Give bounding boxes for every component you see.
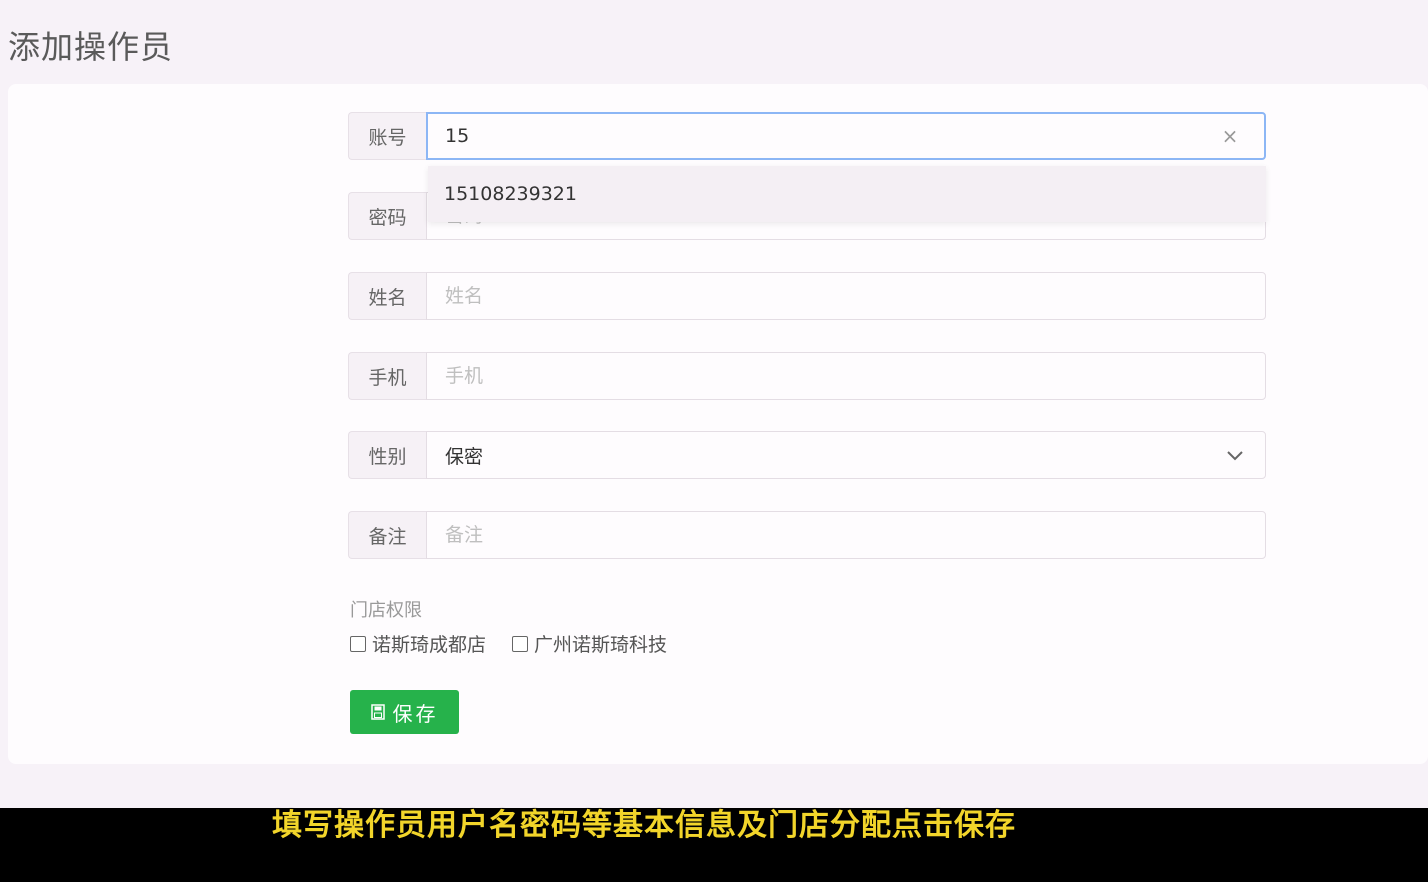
name-row: 姓名: [348, 272, 1266, 320]
store-permissions-list: 诺斯琦成都店 广州诺斯琦科技: [350, 630, 667, 657]
remark-row: 备注: [348, 511, 1266, 559]
close-icon[interactable]: ×: [1220, 126, 1240, 146]
subtitle-caption: 填写操作员用户名密码等基本信息及门店分配点击保存: [272, 808, 1016, 843]
phone-field[interactable]: [426, 352, 1266, 400]
remark-label: 备注: [348, 511, 426, 559]
phone-row: 手机: [348, 352, 1266, 400]
store-name: 广州诺斯琦科技: [534, 634, 668, 656]
account-input[interactable]: [445, 114, 1205, 158]
account-field[interactable]: ×: [426, 112, 1266, 160]
store-permissions-label: 门店权限: [350, 600, 422, 621]
name-label: 姓名: [348, 272, 426, 320]
store-name: 诺斯琦成都店: [372, 634, 487, 656]
gender-row: 性别 保密: [348, 431, 1266, 479]
checkbox[interactable]: [512, 635, 529, 652]
save-label: 保存: [392, 701, 439, 726]
autocomplete-option[interactable]: 15108239321: [428, 166, 1266, 222]
page-title: 添加操作员: [8, 28, 174, 66]
account-label: 账号: [348, 112, 426, 160]
gender-label: 性别: [348, 431, 426, 479]
gender-select[interactable]: 保密: [426, 431, 1266, 479]
phone-label: 手机: [348, 352, 426, 400]
password-label: 密码: [348, 192, 426, 240]
name-input[interactable]: [445, 274, 1205, 318]
remark-field[interactable]: [426, 511, 1266, 559]
save-button[interactable]: 保存: [350, 690, 459, 734]
store-checkbox-chengdu[interactable]: 诺斯琦成都店: [350, 630, 486, 657]
account-row: 账号 ×: [348, 112, 1266, 160]
store-checkbox-guangzhou[interactable]: 广州诺斯琦科技: [512, 630, 667, 657]
remark-input[interactable]: [445, 513, 1205, 557]
gender-value: 保密: [445, 445, 484, 468]
phone-input[interactable]: [445, 354, 1205, 398]
save-icon: [370, 704, 385, 720]
chevron-down-icon: [1227, 451, 1243, 461]
name-field[interactable]: [426, 272, 1266, 320]
checkbox[interactable]: [350, 635, 366, 652]
